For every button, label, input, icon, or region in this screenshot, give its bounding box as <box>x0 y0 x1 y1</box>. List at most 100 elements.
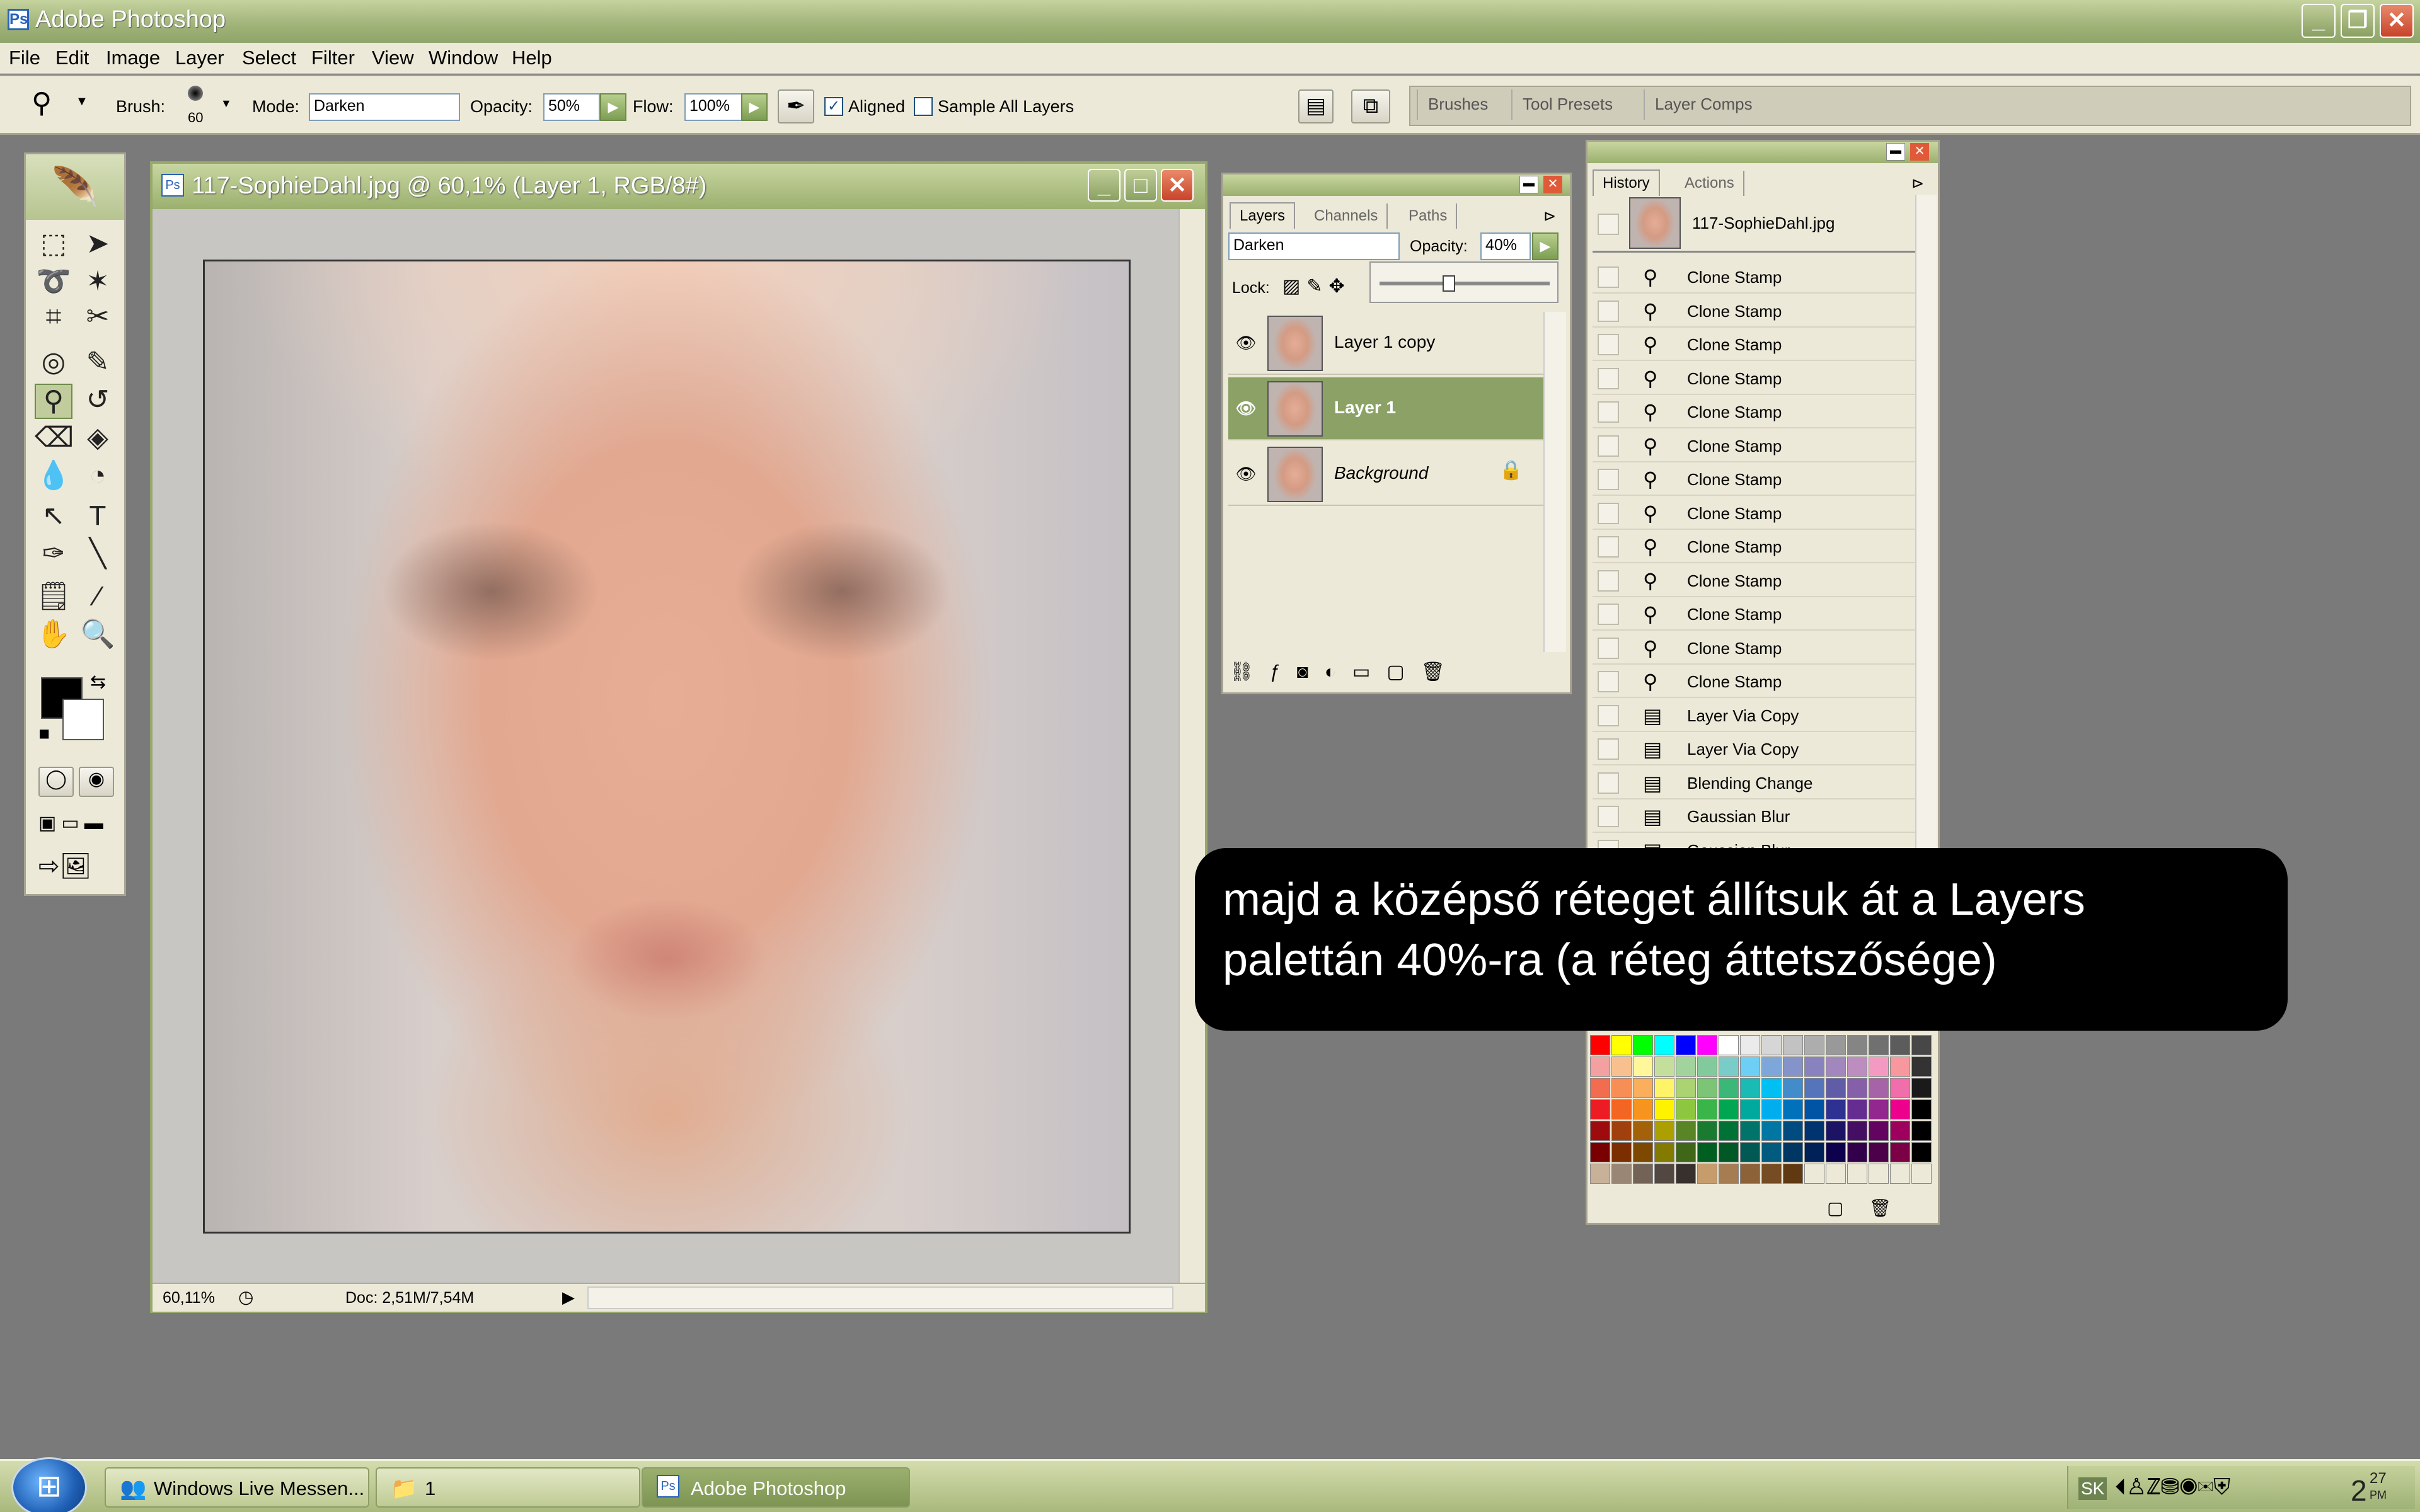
quick-mask-icon[interactable]: ◉ <box>79 767 114 797</box>
color-swatch[interactable] <box>1890 1099 1910 1120</box>
history-item-checkbox[interactable] <box>1598 536 1619 558</box>
standard-mode-icon[interactable]: ◯ <box>38 767 74 797</box>
history-item[interactable]: ⚲ Clone Stamp <box>1593 496 1915 530</box>
color-swatch[interactable] <box>1719 1142 1739 1162</box>
app-title-bar[interactable]: Ps Adobe Photoshop _ ❐ ✕ <box>0 0 2420 43</box>
tab-brushes[interactable]: Brushes <box>1417 89 1498 120</box>
color-swatch[interactable] <box>1890 1057 1910 1077</box>
color-swatch[interactable] <box>1890 1142 1910 1162</box>
task-folder[interactable]: 📁 1 <box>376 1467 640 1508</box>
layer-opacity-input[interactable]: 40% <box>1480 232 1531 260</box>
color-swatch[interactable] <box>1890 1164 1910 1184</box>
layers-footer-buttons[interactable]: ⛓ƒ◙◐▭▢🗑 <box>1230 661 1461 683</box>
color-swatch[interactable] <box>1804 1164 1824 1184</box>
menu-image[interactable]: Image <box>106 47 160 69</box>
task-adobe-photoshop[interactable]: Ps Adobe Photoshop <box>642 1467 910 1508</box>
color-swatch[interactable] <box>1676 1057 1696 1077</box>
color-swatch[interactable] <box>1911 1099 1932 1120</box>
airbrush-icon[interactable]: ✒ <box>778 89 814 123</box>
color-swatch[interactable] <box>1633 1164 1653 1184</box>
opacity-input[interactable]: 50% <box>543 93 600 121</box>
history-item-checkbox[interactable] <box>1598 266 1619 288</box>
color-swatch[interactable] <box>1869 1121 1889 1141</box>
color-swatch[interactable] <box>1761 1035 1782 1055</box>
color-swatch[interactable] <box>1719 1099 1739 1120</box>
document-title-bar[interactable]: Ps 117-SophieDahl.jpg @ 60,1% (Layer 1, … <box>153 164 1205 209</box>
color-swatch[interactable] <box>1654 1078 1674 1098</box>
flow-slider-button[interactable]: ▶ <box>741 93 768 121</box>
color-swatch[interactable] <box>1804 1078 1824 1098</box>
color-swatch[interactable] <box>1847 1142 1867 1162</box>
color-swatch[interactable] <box>1611 1035 1632 1055</box>
color-swatch[interactable] <box>1826 1142 1846 1162</box>
history-item[interactable]: ▤ Layer Via Copy <box>1593 699 1915 732</box>
history-snapshot[interactable]: 117-SophieDahl.jpg <box>1593 195 1915 253</box>
color-swatch[interactable] <box>1869 1164 1889 1184</box>
color-swatch[interactable] <box>1847 1078 1867 1098</box>
color-swatch[interactable] <box>1676 1164 1696 1184</box>
toolbox-header[interactable]: 🪶 <box>26 154 124 220</box>
color-swatch[interactable] <box>1697 1035 1717 1055</box>
color-swatch[interactable] <box>1633 1142 1653 1162</box>
brush-icon[interactable]: ✎ <box>79 346 117 379</box>
color-swatch[interactable] <box>1676 1142 1696 1162</box>
color-swatch[interactable] <box>1611 1164 1632 1184</box>
color-swatch[interactable] <box>1676 1078 1696 1098</box>
color-swatch[interactable] <box>1783 1164 1803 1184</box>
color-swatch[interactable] <box>1804 1035 1824 1055</box>
color-swatch[interactable] <box>1740 1121 1760 1141</box>
history-item[interactable]: ⚲ Clone Stamp <box>1593 260 1915 294</box>
color-swatch[interactable] <box>1847 1057 1867 1077</box>
color-swatch[interactable] <box>1804 1142 1824 1162</box>
palette-minimize-icon[interactable]: ▬ <box>1886 143 1905 161</box>
color-swatch[interactable] <box>1826 1121 1846 1141</box>
color-swatch[interactable] <box>1761 1142 1782 1162</box>
color-swatch[interactable] <box>1654 1099 1674 1120</box>
color-swatch[interactable] <box>1761 1057 1782 1077</box>
color-swatch[interactable] <box>1869 1035 1889 1055</box>
snapshot-checkbox[interactable] <box>1598 214 1619 235</box>
color-swatch[interactable] <box>1590 1142 1610 1162</box>
color-swatch[interactable] <box>1654 1164 1674 1184</box>
clone-stamp-preset-icon[interactable]: ⚲ <box>32 87 52 119</box>
tab-history[interactable]: History <box>1593 169 1660 196</box>
color-swatch[interactable] <box>1719 1078 1739 1098</box>
color-swatch[interactable] <box>1869 1078 1889 1098</box>
swap-colors-icon[interactable]: ⇆ <box>90 671 106 693</box>
notes-icon[interactable]: 🗒 <box>35 580 72 613</box>
color-swatch[interactable] <box>1633 1035 1653 1055</box>
mode-select[interactable]: Darken <box>309 93 460 121</box>
color-swatch[interactable] <box>1869 1057 1889 1077</box>
color-swatch[interactable] <box>1590 1099 1610 1120</box>
color-swatch[interactable] <box>1611 1057 1632 1077</box>
color-swatch[interactable] <box>1740 1099 1760 1120</box>
brush-dropdown-icon[interactable]: ▼ <box>221 97 232 110</box>
horizontal-scrollbar[interactable] <box>587 1286 1173 1309</box>
layers-palette-header[interactable]: ▬ ✕ <box>1223 175 1570 196</box>
history-item-checkbox[interactable] <box>1598 806 1619 827</box>
color-swatch[interactable] <box>1611 1078 1632 1098</box>
lock-icons[interactable]: ▨✎✥ <box>1282 275 1351 297</box>
color-swatch[interactable] <box>1783 1035 1803 1055</box>
palette-menu-icon[interactable]: ⊳ <box>1543 207 1556 226</box>
close-button[interactable]: ✕ <box>2380 4 2414 38</box>
history-item-checkbox[interactable] <box>1598 300 1619 322</box>
color-swatch[interactable] <box>1783 1078 1803 1098</box>
history-item[interactable]: ⚲ Clone Stamp <box>1593 564 1915 597</box>
history-item[interactable]: ⚲ Clone Stamp <box>1593 362 1915 395</box>
color-swatch[interactable] <box>1783 1121 1803 1141</box>
color-swatch[interactable] <box>1719 1057 1739 1077</box>
history-item[interactable]: ⚲ Clone Stamp <box>1593 631 1915 665</box>
color-swatch[interactable] <box>1697 1121 1717 1141</box>
color-swatch[interactable] <box>1847 1035 1867 1055</box>
history-item-checkbox[interactable] <box>1598 367 1619 389</box>
eraser-icon[interactable]: ⌫ <box>35 421 74 454</box>
color-swatch[interactable] <box>1590 1164 1610 1184</box>
history-item-checkbox[interactable] <box>1598 704 1619 726</box>
color-swatch[interactable] <box>1783 1057 1803 1077</box>
minimize-button[interactable]: _ <box>2302 4 2336 38</box>
aligned-checkbox[interactable]: ✓ <box>824 97 843 116</box>
menu-window[interactable]: Window <box>429 47 498 69</box>
color-swatch[interactable] <box>1654 1142 1674 1162</box>
history-item-checkbox[interactable] <box>1598 604 1619 625</box>
